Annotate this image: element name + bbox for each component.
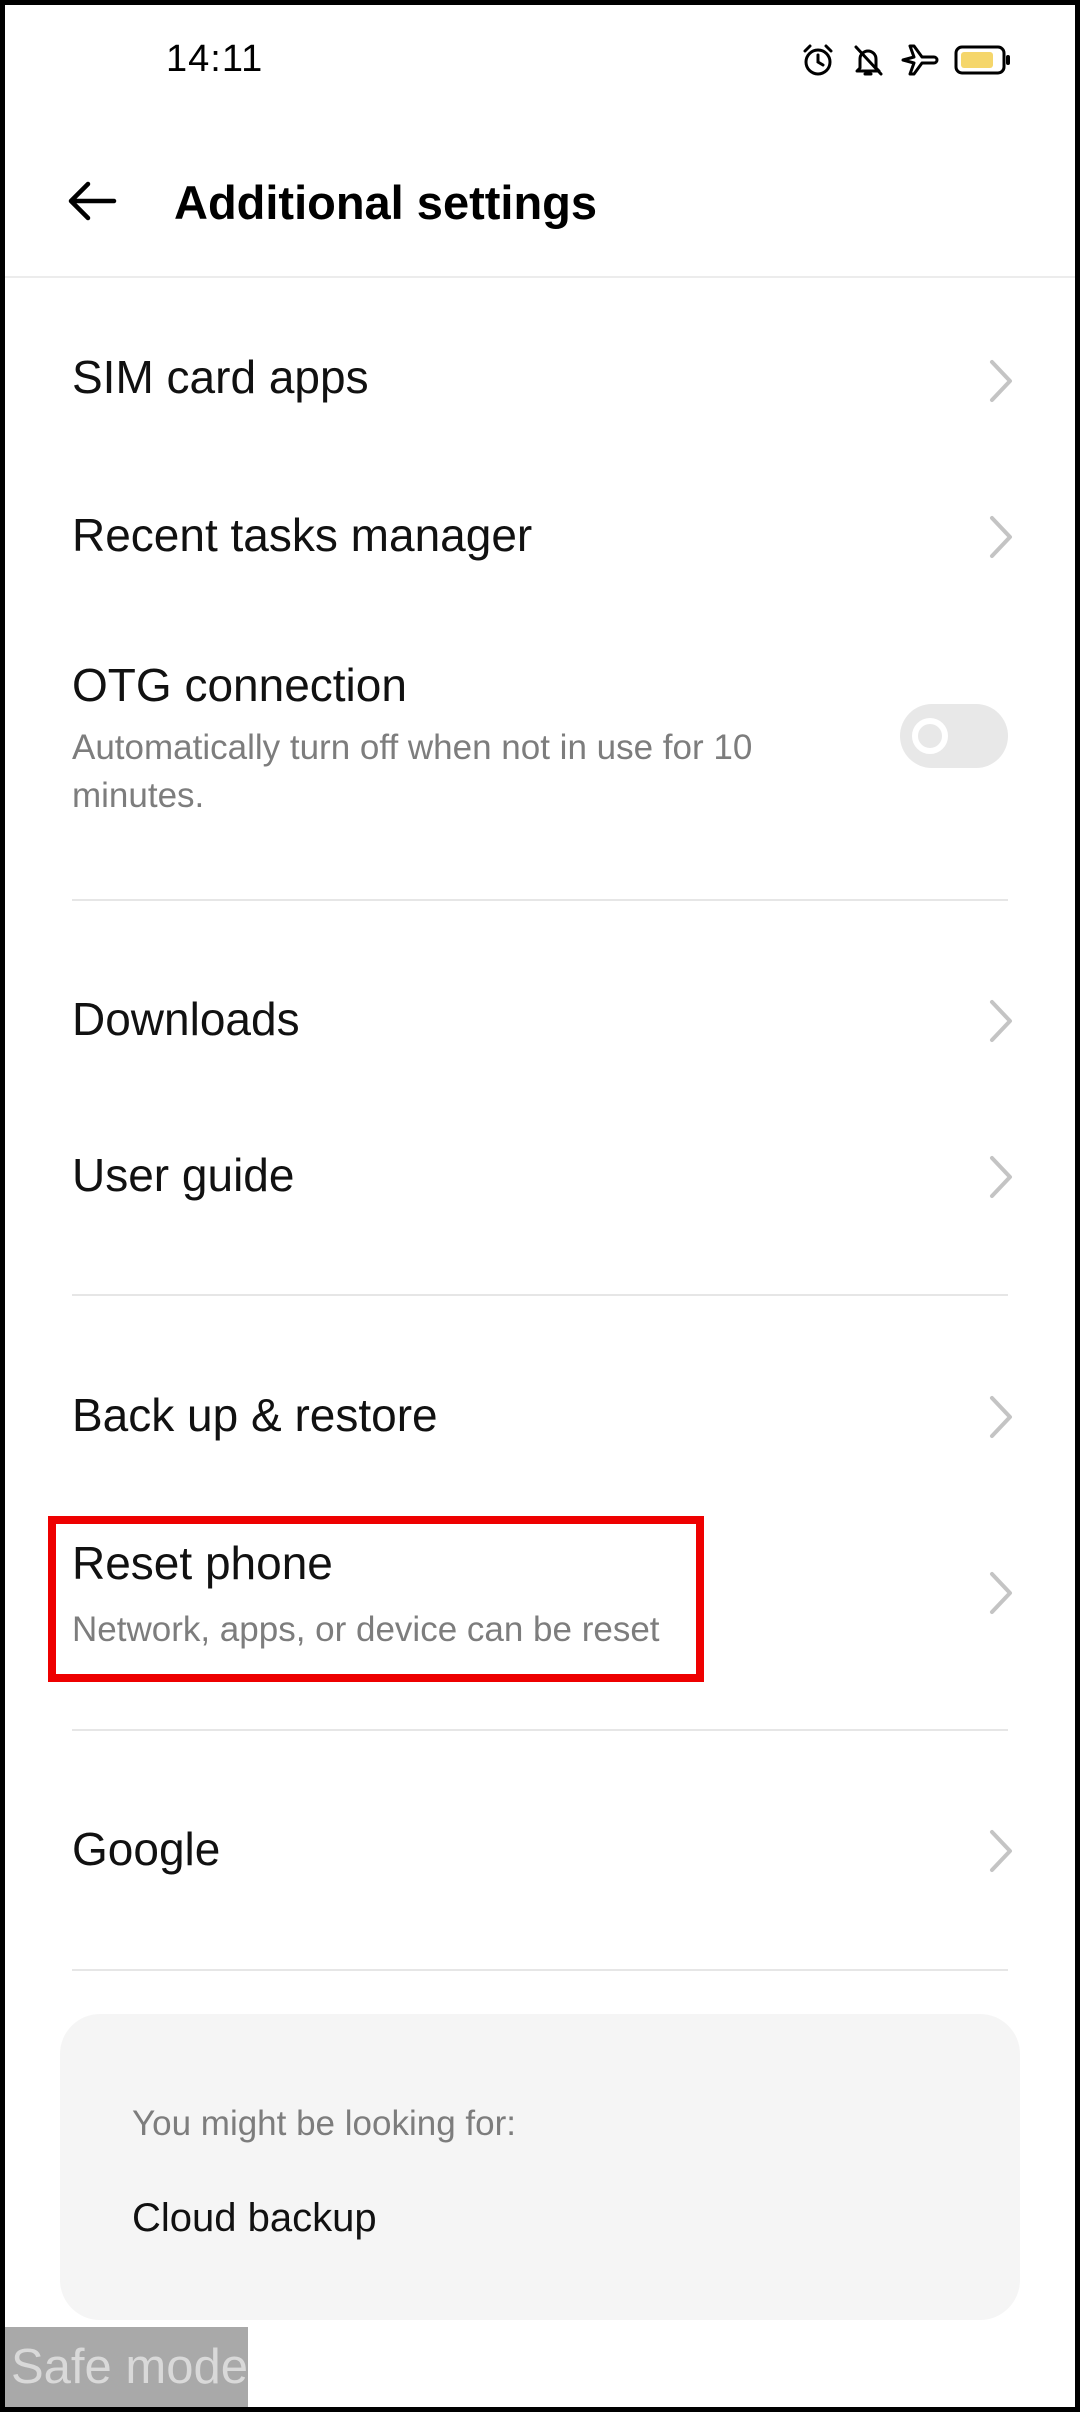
downloads-label: Downloads xyxy=(72,993,300,1045)
page-title: Additional settings xyxy=(174,176,597,229)
chevron-right-icon xyxy=(990,1156,1012,1198)
downloads-item[interactable]: Downloads xyxy=(0,940,1080,1100)
reset-phone-item[interactable]: Reset phone Network, apps, or device can… xyxy=(0,1500,1080,1700)
toggle-knob xyxy=(912,718,948,754)
otg-connection-label: OTG connection xyxy=(72,659,407,711)
recent-tasks-manager-item[interactable]: Recent tasks manager xyxy=(0,460,1080,616)
backup-restore-item[interactable]: Back up & restore xyxy=(0,1340,1080,1496)
chevron-right-icon xyxy=(990,516,1012,558)
arrow-left-icon xyxy=(68,181,117,221)
airplane-mode-icon xyxy=(900,42,940,78)
status-icons xyxy=(800,42,1012,78)
suggestion-cloud-backup[interactable]: Cloud backup xyxy=(132,2196,377,2241)
suggestions-heading: You might be looking for: xyxy=(132,2104,516,2143)
suggestions-card: You might be looking for: Cloud backup xyxy=(60,2014,1020,2320)
otg-connection-description-line1: Automatically turn off when not in use f… xyxy=(72,728,753,767)
bell-muted-icon xyxy=(850,42,886,78)
chevron-right-icon xyxy=(990,1000,1012,1042)
user-guide-label: User guide xyxy=(72,1149,295,1201)
section-divider xyxy=(72,899,1008,901)
alarm-icon xyxy=(800,42,836,78)
reset-phone-description: Network, apps, or device can be reset xyxy=(72,1610,660,1649)
status-time: 14:11 xyxy=(166,38,264,80)
back-button[interactable] xyxy=(62,170,124,232)
section-divider xyxy=(72,1969,1008,1971)
google-item[interactable]: Google xyxy=(0,1772,1080,1932)
app-header: Additional settings xyxy=(0,140,1080,260)
battery-icon xyxy=(954,44,1012,76)
reset-phone-label: Reset phone xyxy=(72,1537,333,1589)
otg-toggle-switch[interactable] xyxy=(900,704,1008,768)
section-divider xyxy=(72,1294,1008,1296)
google-label: Google xyxy=(72,1823,221,1875)
sim-card-apps-item[interactable]: SIM card apps xyxy=(0,300,1080,460)
chevron-right-icon xyxy=(990,360,1012,402)
user-guide-item[interactable]: User guide xyxy=(0,1100,1080,1256)
header-divider xyxy=(5,276,1075,278)
otg-connection-item[interactable]: OTG connection Automatically turn off wh… xyxy=(0,640,1080,880)
recent-tasks-manager-label: Recent tasks manager xyxy=(72,509,533,561)
status-bar: 14:11 xyxy=(0,0,1080,120)
backup-restore-label: Back up & restore xyxy=(72,1389,438,1441)
sim-card-apps-label: SIM card apps xyxy=(72,351,369,403)
chevron-right-icon xyxy=(990,1572,1012,1614)
safe-mode-label: Safe mode xyxy=(5,2327,248,2407)
chevron-right-icon xyxy=(990,1396,1012,1438)
chevron-right-icon xyxy=(990,1830,1012,1872)
section-divider xyxy=(72,1729,1008,1731)
otg-connection-description-line2: minutes. xyxy=(72,776,205,815)
